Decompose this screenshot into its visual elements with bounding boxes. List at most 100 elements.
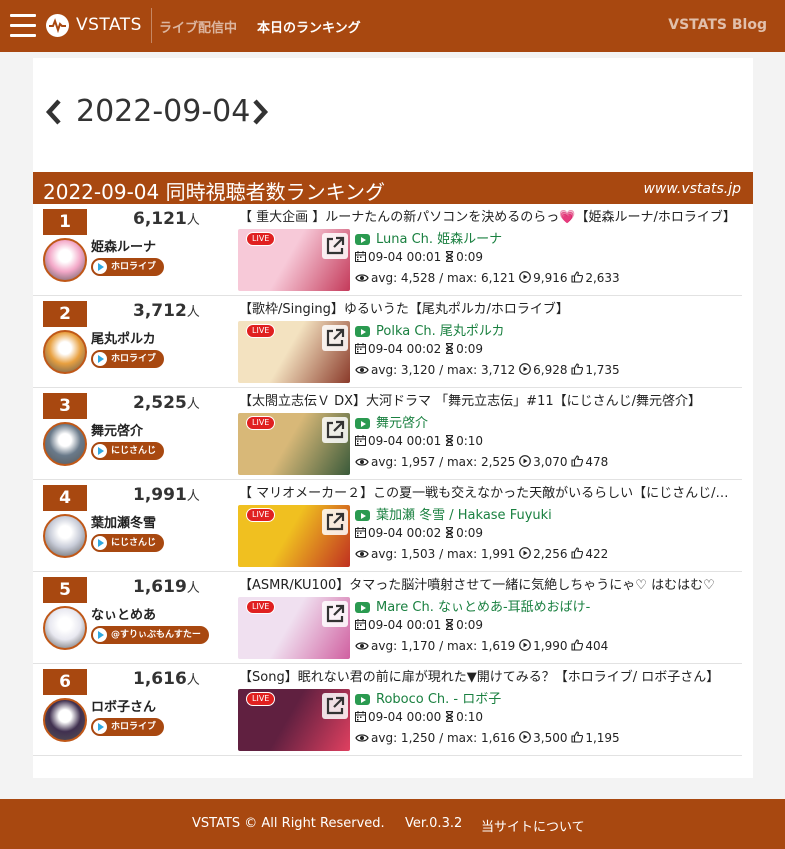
stream-title[interactable]: 【太閤立志伝Ｖ DX】大河ドラマ 「舞元立志伝」#11【にじさんじ/舞元啓介】 (239, 390, 739, 409)
like-count: 404 (585, 639, 609, 653)
stream-thumbnail[interactable]: LIVE (238, 597, 350, 659)
agency-logo-icon (93, 444, 107, 458)
stream-thumbnail[interactable]: LIVE (238, 689, 350, 751)
channel-link[interactable]: Polka Ch. 尾丸ポルカ (355, 320, 505, 339)
stream-title[interactable]: 【Song】眠れない君の前に扉が現れた▼開けてみる？【ホロライブ/ ロボ子さん】 (239, 666, 739, 685)
duration: 0:09 (456, 250, 484, 264)
channel-link[interactable]: 舞元啓介 (355, 412, 428, 431)
thumbs-up-icon (571, 547, 585, 561)
nav-link-blog[interactable]: VSTATS Blog (668, 17, 767, 33)
external-link-icon[interactable] (322, 693, 348, 719)
content-card: 2022-09-04 2022-09-04 同時視聴者数ランキング www.vs… (33, 58, 753, 778)
site-link[interactable]: www.vstats.jp (643, 181, 741, 197)
duration: 0:10 (456, 434, 484, 448)
peak-viewers-value: 6,121 (133, 209, 187, 229)
vtuber-name[interactable]: 尾丸ポルカ (91, 328, 156, 347)
external-link-icon[interactable] (322, 417, 348, 443)
brand-link[interactable]: VSTATS (76, 15, 142, 35)
vtuber-name[interactable]: 舞元啓介 (91, 420, 143, 439)
avatar[interactable] (43, 698, 87, 742)
play-circle-icon (519, 731, 533, 745)
eye-icon (355, 731, 371, 745)
play-count: 6,928 (533, 363, 568, 377)
agency-logo-icon (93, 260, 107, 274)
avatar[interactable] (43, 238, 87, 282)
agency-logo-icon (93, 536, 107, 550)
stream-title[interactable]: 【 マリオメーカー２】この夏一戦も交えなかった天敵がいるらしい【にじさんじ/葉加… (239, 482, 739, 501)
agency-badge[interactable]: @すりぃぶもんすたー (91, 626, 209, 644)
peak-viewers-value: 3,712 (133, 301, 187, 321)
ranking-title: 2022-09-04 同時視聴者数ランキング (43, 180, 385, 204)
agency-label: ホロライブ (111, 722, 157, 732)
duration: 0:09 (456, 342, 484, 356)
agency-logo-icon (93, 720, 107, 734)
vtuber-name[interactable]: ロボ子さん (91, 696, 156, 715)
ranking-header: 2022-09-04 同時視聴者数ランキング www.vstats.jp (33, 172, 753, 204)
channel-link[interactable]: Roboco Ch. - ロボ子 (355, 688, 501, 707)
stream-title[interactable]: 【ASMR/KU100】タマった脳汁噴射させて一緒に気絶しちゃうにゃ♡ はむはむ… (239, 574, 739, 593)
viewers-unit: 人 (186, 305, 200, 320)
stream-thumbnail[interactable]: LIVE (238, 321, 350, 383)
stream-title[interactable]: 【歌枠/Singing】ゆるいうた【尾丸ポルカ/ホロライブ】 (239, 298, 739, 317)
footer-version: Ver.0.3.2 (405, 816, 463, 831)
rank-number: 2 (43, 301, 87, 327)
channel-name: Luna Ch. 姫森ルーナ (376, 232, 503, 247)
like-count: 1,195 (585, 731, 620, 745)
nav-divider (151, 8, 152, 43)
viewers-unit: 人 (186, 489, 200, 504)
agency-badge[interactable]: ホロライブ (91, 718, 165, 736)
play-count: 2,256 (533, 547, 568, 561)
like-count: 1,735 (585, 363, 620, 377)
avatar[interactable] (43, 606, 87, 650)
agency-badge[interactable]: にじさんじ (91, 534, 165, 552)
youtube-icon (355, 510, 370, 521)
agency-logo-icon (93, 628, 107, 642)
chevron-left-icon[interactable] (43, 94, 65, 130)
hourglass-icon (445, 250, 456, 264)
vtuber-name[interactable]: なぃとめあ (91, 604, 156, 623)
channel-link[interactable]: 葉加瀬 冬雪 / Hakase Fuyuki (355, 504, 552, 523)
channel-link[interactable]: Mare Ch. なぃとめあ-耳舐めおばけ- (355, 596, 590, 615)
stream-title[interactable]: 【 重大企画 】ルーナたんの新パソコンを決めるのらっ💗【姫森ルーナ/ホロライブ】 (239, 206, 739, 225)
external-link-icon[interactable] (322, 509, 348, 535)
viewers-unit: 人 (186, 397, 200, 412)
nav-link-ranking[interactable]: 本日のランキング (257, 17, 361, 36)
nav-link-live[interactable]: ライブ配信中 (159, 17, 237, 36)
play-count: 1,990 (533, 639, 568, 653)
footer-about-link[interactable]: 当サイトについて (481, 816, 585, 835)
external-link-icon[interactable] (322, 325, 348, 351)
external-link-icon[interactable] (322, 601, 348, 627)
stream-time: 09-04 00:01 0:09 (355, 250, 483, 264)
stream-thumbnail[interactable]: LIVE (238, 413, 350, 475)
stream-thumbnail[interactable]: LIVE (238, 505, 350, 567)
vtuber-name[interactable]: 葉加瀬冬雪 (91, 512, 156, 531)
peak-viewers-value: 1,619 (133, 577, 187, 597)
viewers-unit: 人 (186, 673, 200, 688)
footer: VSTATS © All Right Reserved. Ver.0.3.2 当… (0, 799, 785, 849)
agency-badge[interactable]: ホロライブ (91, 258, 165, 276)
play-count: 3,500 (533, 731, 568, 745)
menu-icon[interactable] (10, 14, 36, 38)
youtube-icon (355, 326, 370, 337)
thumbs-up-icon (571, 731, 585, 745)
vtuber-name[interactable]: 姫森ルーナ (91, 236, 156, 255)
agency-badge[interactable]: ホロライブ (91, 350, 165, 368)
channel-name: 葉加瀬 冬雪 / Hakase Fuyuki (376, 508, 552, 523)
current-date: 2022-09-04 (76, 94, 251, 129)
stream-thumbnail[interactable]: LIVE (238, 229, 350, 291)
chevron-right-icon[interactable] (249, 94, 271, 130)
channel-link[interactable]: Luna Ch. 姫森ルーナ (355, 228, 502, 247)
peak-viewers: 1,616人 (133, 669, 200, 689)
agency-logo-icon (93, 352, 107, 366)
agency-badge[interactable]: にじさんじ (91, 442, 165, 460)
avatar[interactable] (43, 422, 87, 466)
external-link-icon[interactable] (322, 233, 348, 259)
start-time: 09-04 00:02 (368, 526, 442, 540)
viewer-stats: avg: 1,957 / max: 2,525 (371, 455, 516, 469)
calendar-icon (355, 434, 368, 448)
avatar[interactable] (43, 330, 87, 374)
avatar[interactable] (43, 514, 87, 558)
logo-pulse-icon[interactable] (46, 14, 69, 37)
viewer-stats: avg: 1,250 / max: 1,616 (371, 731, 516, 745)
youtube-icon (355, 694, 370, 705)
